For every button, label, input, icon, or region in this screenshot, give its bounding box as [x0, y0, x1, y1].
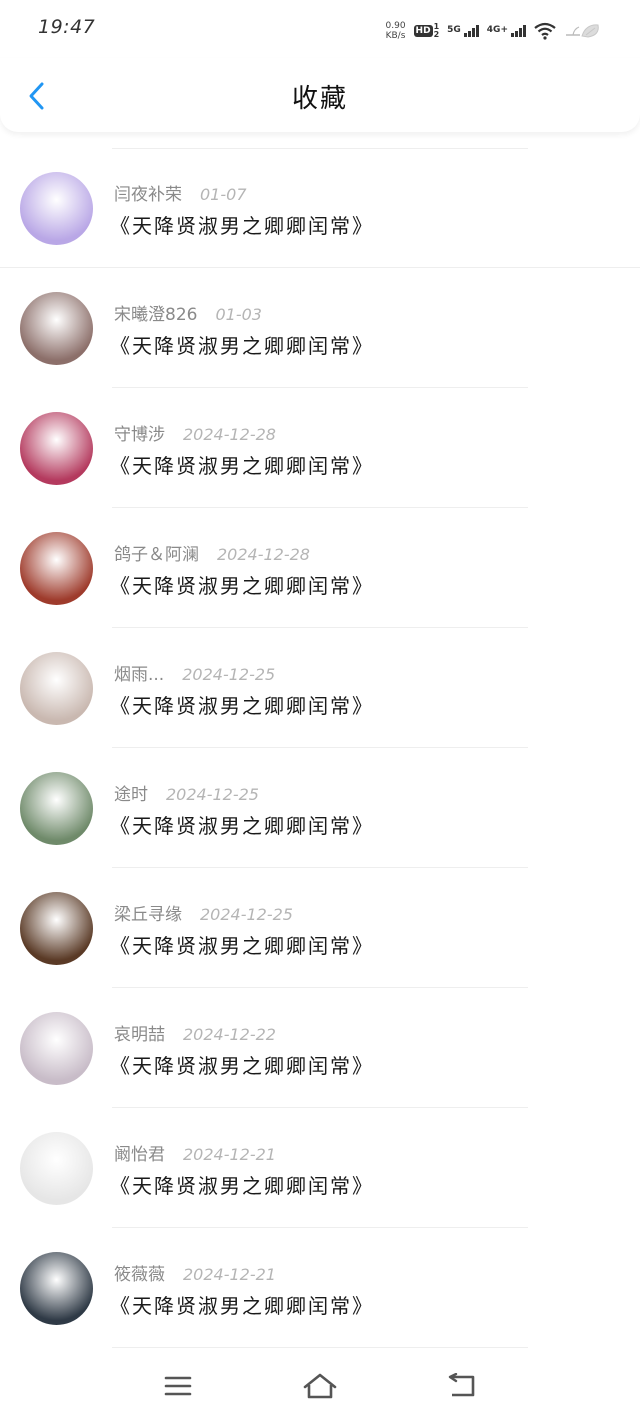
book-title[interactable]: 《天降贤淑男之卿卿闰常》	[110, 330, 374, 359]
hd-icon: HD 1 2	[413, 23, 440, 39]
item-meta: 梁丘寻缘 2024-12-25	[114, 900, 293, 925]
hd-sub-bottom: 2	[433, 30, 440, 39]
item-date: 2024-12-21	[183, 1145, 276, 1164]
list-item[interactable]: 途时 2024-12-25 《天降贤淑男之卿卿闰常》	[0, 748, 640, 868]
item-date: 2024-12-28	[217, 545, 310, 564]
username: 梁丘寻缘	[114, 905, 182, 925]
username: 途时	[114, 785, 148, 805]
username: 烟雨...	[114, 665, 165, 685]
return-icon	[448, 1373, 475, 1397]
signal-bars-icon	[463, 25, 479, 37]
list-item[interactable]: 哀明喆 2024-12-22 《天降贤淑男之卿卿闰常》	[0, 988, 640, 1108]
network-speed: 0.90 KB/s	[386, 21, 406, 41]
avatar[interactable]	[20, 532, 93, 605]
avatar[interactable]	[20, 652, 93, 725]
avatar[interactable]	[20, 172, 93, 245]
item-meta: 哀明喆 2024-12-22	[114, 1020, 276, 1045]
signal-5g-label: 5G	[447, 25, 461, 35]
username: 宋曦澄826	[114, 305, 198, 325]
username: 闫夜补荣	[114, 185, 182, 205]
status-bar: 19:47 0.90 KB/s HD 1 2 5G 4G+	[0, 0, 640, 58]
item-meta: 闫夜补荣 01-07	[114, 180, 247, 205]
signal-5g-icon: 5G	[447, 25, 479, 37]
item-meta: 鸽子＆阿澜 2024-12-28	[114, 540, 310, 565]
home-button[interactable]	[298, 1364, 342, 1408]
item-date: 2024-12-22	[183, 1025, 276, 1044]
item-meta: 烟雨... 2024-12-25	[114, 660, 275, 685]
item-date: 2024-12-25	[166, 785, 259, 804]
avatar[interactable]	[20, 412, 93, 485]
item-date: 01-03	[215, 305, 262, 324]
home-icon	[303, 1373, 337, 1399]
list-item[interactable]: 宋曦澄826 01-03 《天降贤淑男之卿卿闰常》	[0, 268, 640, 388]
list-item[interactable]: 闫夜补荣 01-07 《天降贤淑男之卿卿闰常》	[0, 148, 640, 268]
avatar[interactable]	[20, 292, 93, 365]
list-item[interactable]: 筱薇薇 2024-12-21 《天降贤淑男之卿卿闰常》	[0, 1228, 640, 1348]
list-item[interactable]: 梁丘寻缘 2024-12-25 《天降贤淑男之卿卿闰常》	[0, 868, 640, 988]
username: 阚怡君	[114, 1145, 165, 1165]
book-title[interactable]: 《天降贤淑男之卿卿闰常》	[110, 1170, 374, 1199]
item-meta: 阚怡君 2024-12-21	[114, 1140, 276, 1165]
book-title[interactable]: 《天降贤淑男之卿卿闰常》	[110, 570, 374, 599]
book-title[interactable]: 《天降贤淑男之卿卿闰常》	[110, 450, 374, 479]
item-date: 2024-12-28	[183, 425, 276, 444]
book-title[interactable]: 《天降贤淑男之卿卿闰常》	[110, 810, 374, 839]
avatar[interactable]	[20, 1132, 93, 1205]
network-speed-unit: KB/s	[385, 31, 406, 41]
menu-icon	[164, 1376, 192, 1396]
page-title: 收藏	[291, 84, 348, 114]
item-date: 2024-12-25	[182, 665, 276, 684]
divider	[112, 1347, 528, 1348]
title-bar: 收藏	[0, 58, 640, 132]
wifi-icon	[534, 22, 556, 40]
hd-sub: 1 2	[434, 23, 440, 39]
menu-button[interactable]	[156, 1364, 200, 1408]
list-item[interactable]: 烟雨... 2024-12-25 《天降贤淑男之卿卿闰常》	[0, 628, 640, 748]
status-time: 19:47	[38, 16, 96, 38]
username: 哀明喆	[114, 1025, 165, 1045]
back-nav-button[interactable]	[440, 1364, 484, 1408]
signal-bars-icon	[511, 25, 526, 37]
avatar[interactable]	[20, 1252, 93, 1325]
signal-4g-label: 4G+	[486, 25, 508, 35]
item-date: 2024-12-21	[183, 1265, 276, 1284]
signal-4g-icon: 4G+	[487, 25, 526, 37]
item-date: 01-07	[200, 185, 247, 204]
status-indicators: 0.90 KB/s HD 1 2 5G 4G+	[386, 18, 605, 44]
hd-label: HD	[413, 25, 433, 37]
username: 筱薇薇	[114, 1265, 165, 1285]
book-title[interactable]: 《天降贤淑男之卿卿闰常》	[110, 1290, 374, 1319]
system-nav-bar	[0, 1350, 640, 1422]
item-meta: 守博涉 2024-12-28	[114, 420, 276, 445]
list-item[interactable]: 阚怡君 2024-12-21 《天降贤淑男之卿卿闰常》	[0, 1108, 640, 1228]
battery-leaf-icon	[564, 21, 604, 41]
network-speed-value: 0.90	[385, 21, 406, 31]
username: 鸽子＆阿澜	[114, 545, 199, 565]
book-title[interactable]: 《天降贤淑男之卿卿闰常》	[110, 690, 374, 719]
item-meta: 途时 2024-12-25	[114, 780, 259, 805]
book-title[interactable]: 《天降贤淑男之卿卿闰常》	[110, 930, 374, 959]
item-date: 2024-12-25	[200, 905, 293, 924]
book-title[interactable]: 《天降贤淑男之卿卿闰常》	[110, 210, 374, 239]
list-item[interactable]: 守博涉 2024-12-28 《天降贤淑男之卿卿闰常》	[0, 388, 640, 508]
list-item[interactable]: 鸽子＆阿澜 2024-12-28 《天降贤淑男之卿卿闰常》	[0, 508, 640, 628]
book-title[interactable]: 《天降贤淑男之卿卿闰常》	[110, 1050, 374, 1079]
item-meta: 筱薇薇 2024-12-21	[114, 1260, 276, 1285]
avatar[interactable]	[20, 1012, 93, 1085]
username: 守博涉	[114, 425, 165, 445]
item-meta: 宋曦澄826 01-03	[114, 300, 262, 325]
avatar[interactable]	[20, 892, 93, 965]
avatar[interactable]	[20, 772, 93, 845]
